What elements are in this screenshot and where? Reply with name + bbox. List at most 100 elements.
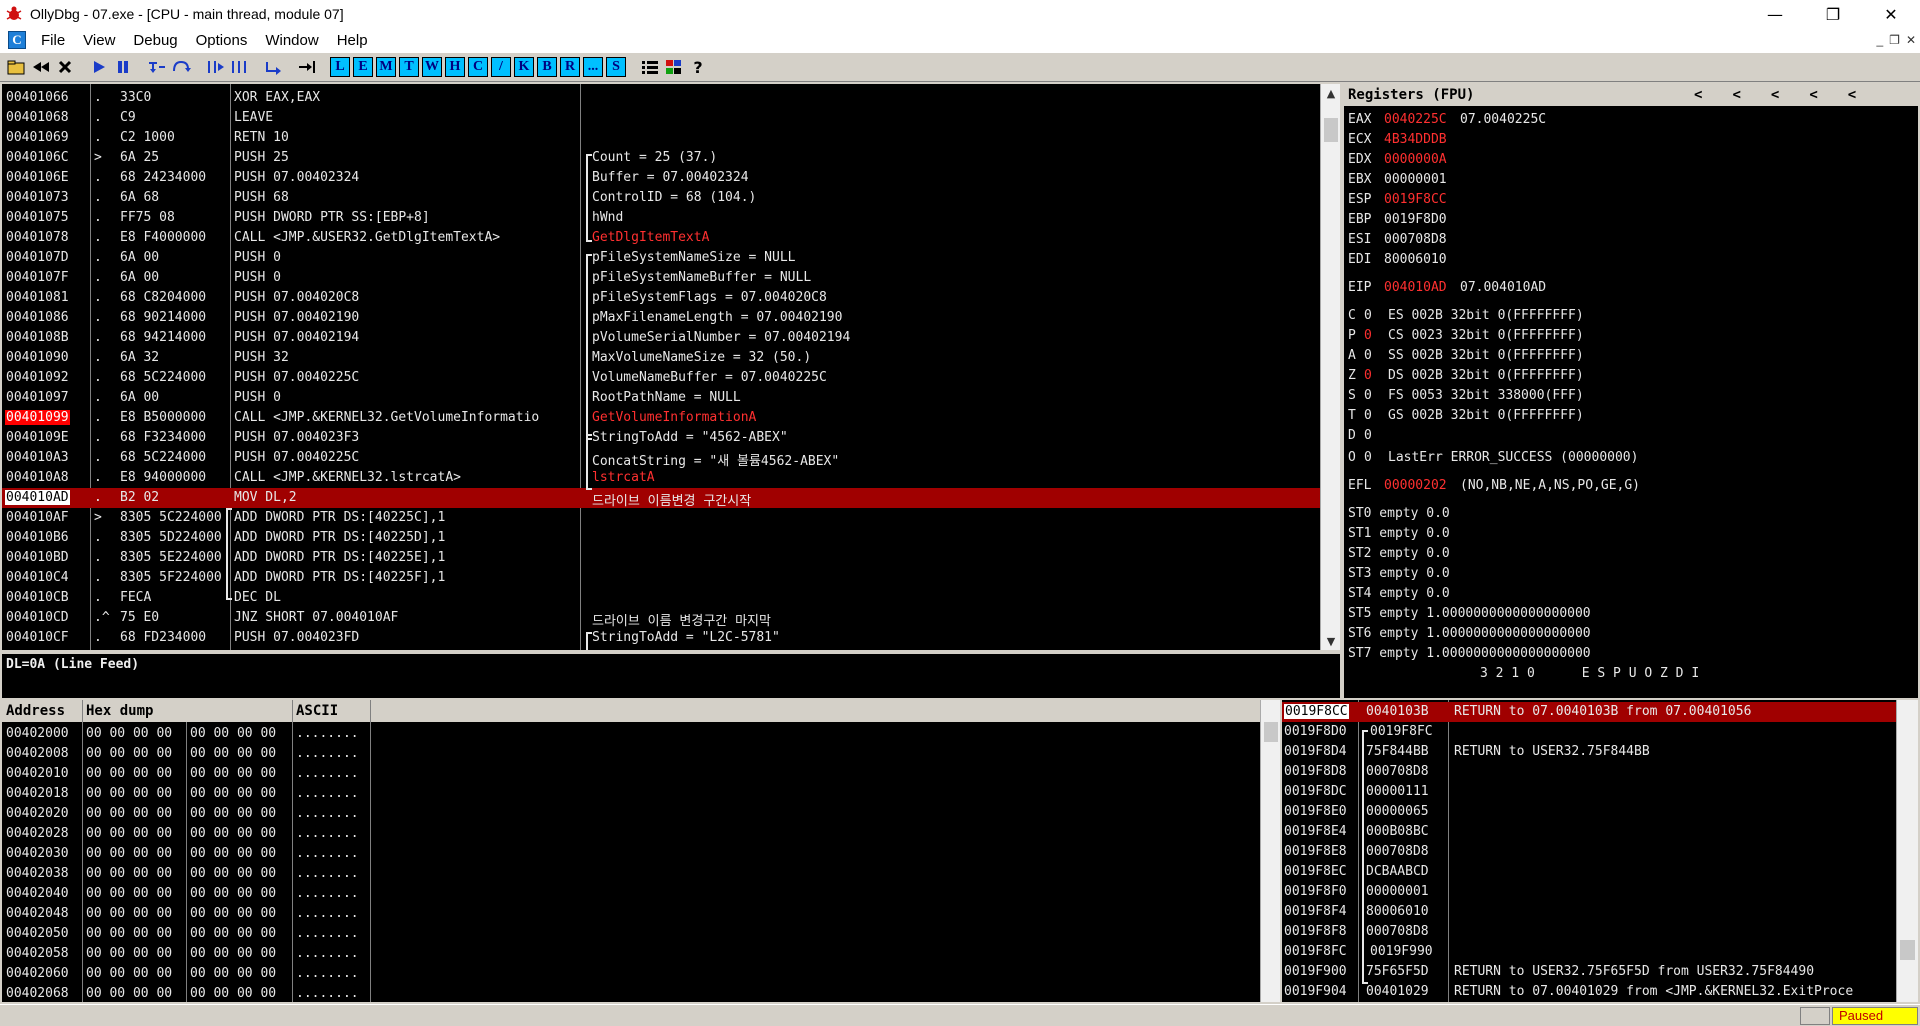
stack-row[interactable]: 0019F8F4 80006010: [1282, 902, 1896, 922]
register-value[interactable]: 0019F8D0: [1384, 212, 1447, 227]
disasm-row[interactable]: 004010A3. 68 5C224000 PUSH 07.0040225C Conc…: [2, 448, 1320, 469]
reg-arrow-5[interactable]: <: [1848, 87, 1856, 103]
memory-map-button[interactable]: M: [376, 57, 396, 77]
disasm-row[interactable]: 0040106E. 68 24234000 PUSH 07.00402324 Buff…: [2, 168, 1320, 188]
menu-view[interactable]: View: [74, 32, 124, 49]
go-to-origin-icon[interactable]: [296, 56, 318, 78]
flag-value[interactable]: 0: [1364, 428, 1372, 443]
disasm-row[interactable]: 00401097. 6A 00 PUSH 0 RootPathName = NULL: [2, 388, 1320, 408]
register-value[interactable]: 000708D8: [1384, 232, 1447, 247]
register-value[interactable]: 0019F8CC: [1384, 192, 1447, 207]
dump-scrollbar[interactable]: [1260, 700, 1280, 1002]
disassembly-pane[interactable]: 00401066. 33C0 XOR EAX,EAX 00401068. C9 LEAVE…: [2, 84, 1326, 650]
disasm-row[interactable]: 004010B6. 8305 5D224000 ADD DWORD PTR DS:[…: [2, 528, 1320, 548]
patches-button[interactable]: /: [491, 57, 511, 77]
minimize-button[interactable]: —: [1746, 0, 1804, 28]
stack-pane[interactable]: 0019F8CC 0040103B RETURN to 07.0040103B fr…: [1282, 700, 1896, 1002]
help-icon[interactable]: ?: [687, 56, 709, 78]
list-icon[interactable]: [639, 56, 661, 78]
disasm-row[interactable]: 00401073. 6A 68 PUSH 68 ControlID = 68 (104…: [2, 188, 1320, 208]
open-file-icon[interactable]: [6, 56, 28, 78]
registers-pane[interactable]: Registers (FPU) < < < < < EAX 0040225C 07.…: [1344, 84, 1918, 698]
references-button[interactable]: R: [560, 57, 580, 77]
run-trace-button[interactable]: ...: [583, 57, 603, 77]
restart-icon[interactable]: [30, 56, 52, 78]
close-program-icon[interactable]: [54, 56, 76, 78]
close-button[interactable]: ✕: [1862, 0, 1920, 28]
disasm-row[interactable]: 004010AD. B2 02 MOV DL,2 드라이브 이름변경 구간시작: [2, 488, 1320, 509]
register-value[interactable]: 0000000A: [1384, 152, 1447, 167]
stack-scrollbar[interactable]: [1896, 700, 1918, 1002]
menu-options[interactable]: Options: [187, 32, 257, 49]
maximize-button[interactable]: ❐: [1804, 0, 1862, 28]
disasm-row[interactable]: 0040108B. 68 94214000 PUSH 07.00402194 pVol…: [2, 328, 1320, 348]
log-window-button[interactable]: L: [330, 57, 350, 77]
disasm-row[interactable]: 00401069. C2 1000 RETN 10: [2, 128, 1320, 148]
reg-arrow-2[interactable]: <: [1732, 87, 1740, 103]
menu-debug[interactable]: Debug: [124, 32, 186, 49]
scrollbar-thumb[interactable]: [1324, 118, 1338, 142]
flag-value[interactable]: 0: [1364, 388, 1372, 403]
register-value[interactable]: 80006010: [1384, 252, 1447, 267]
flag-value[interactable]: 0: [1364, 328, 1372, 343]
stack-row[interactable]: 0019F904 00401029 RETURN to 07.00401029 fr…: [1282, 982, 1896, 1002]
threads-button[interactable]: T: [399, 57, 419, 77]
disasm-row[interactable]: 0040107D. 6A 00 PUSH 0 pFileSystemNameSize …: [2, 248, 1320, 268]
mdi-close-icon[interactable]: ✕: [1906, 33, 1916, 47]
dump-header-hex[interactable]: Hex dump: [86, 703, 153, 719]
scroll-down-icon[interactable]: ▼: [1321, 632, 1341, 650]
reg-arrow-4[interactable]: <: [1809, 87, 1817, 103]
handles-button[interactable]: H: [445, 57, 465, 77]
windows-button[interactable]: W: [422, 57, 442, 77]
cpu-window-icon[interactable]: C: [8, 31, 26, 49]
disasm-row[interactable]: 00401081. 68 C8204000 PUSH 07.004020C8 pFil…: [2, 288, 1320, 308]
disasm-row[interactable]: 00401075. FF75 08 PUSH DWORD PTR SS:[EBP+8…: [2, 208, 1320, 228]
flag-value[interactable]: 0: [1364, 308, 1372, 323]
stack-scrollbar-thumb[interactable]: [1900, 940, 1915, 960]
call-stack-button[interactable]: K: [514, 57, 534, 77]
menu-window[interactable]: Window: [256, 32, 327, 49]
reg-arrow-3[interactable]: <: [1771, 87, 1779, 103]
flag-value[interactable]: 0: [1364, 450, 1372, 465]
disasm-row[interactable]: 0040109E. 68 F3234000 PUSH 07.004023F3 Stri…: [2, 428, 1320, 448]
disasm-row[interactable]: 0040107F. 6A 00 PUSH 0 pFileSystemNameBuffe…: [2, 268, 1320, 288]
stack-row[interactable]: 0019F8CC 0040103B RETURN to 07.0040103B fr…: [1282, 702, 1896, 722]
menu-file[interactable]: File: [32, 32, 74, 49]
disasm-row[interactable]: 004010A8. E8 94000000 CALL <JMP.&KERNEL32.…: [2, 468, 1320, 488]
stack-row[interactable]: 0019F8D0 0019F8FC: [1282, 722, 1896, 742]
flag-value[interactable]: 0: [1364, 348, 1372, 363]
mdi-restore-icon[interactable]: ❐: [1889, 33, 1900, 47]
dump-header-ascii[interactable]: ASCII: [296, 703, 338, 719]
trace-over-icon[interactable]: [228, 56, 250, 78]
stack-row[interactable]: 0019F8D8 000708D8: [1282, 762, 1896, 782]
register-value[interactable]: 0040225C: [1384, 112, 1447, 127]
pause-icon[interactable]: [112, 56, 134, 78]
disasm-row[interactable]: 004010C4. 8305 5F224000 ADD DWORD PTR DS:[…: [2, 568, 1320, 588]
mdi-minimize-icon[interactable]: _: [1876, 33, 1883, 47]
disasm-row[interactable]: 00401068. C9 LEAVE: [2, 108, 1320, 128]
stack-row[interactable]: 0019F900 75F65F5D RETURN to USER32.75F65F5…: [1282, 962, 1896, 982]
disasm-row[interactable]: 00401078. E8 F4000000 CALL <JMP.&USER32.Ge…: [2, 228, 1320, 248]
trace-into-icon[interactable]: [204, 56, 226, 78]
disasm-row[interactable]: 004010CF. 68 FD234000 PUSH 07.004023FD Stri…: [2, 628, 1320, 648]
stack-row[interactable]: 0019F8D4 75F844BB RETURN to USER32.75F844B…: [1282, 742, 1896, 762]
register-value[interactable]: 004010AD: [1384, 280, 1447, 295]
source-button[interactable]: S: [606, 57, 626, 77]
disasm-row[interactable]: 004010BD. 8305 5E224000 ADD DWORD PTR DS:[…: [2, 548, 1320, 568]
register-value[interactable]: 00000001: [1384, 172, 1447, 187]
register-value[interactable]: 00000202: [1384, 478, 1447, 493]
cpu-button[interactable]: C: [468, 57, 488, 77]
stack-row[interactable]: 0019F8F0 00000001: [1282, 882, 1896, 902]
stack-row[interactable]: 0019F8E4 000B08BC: [1282, 822, 1896, 842]
disassembly-scrollbar[interactable]: ▲ ▼: [1320, 84, 1340, 650]
flag-value[interactable]: 0: [1364, 368, 1372, 383]
flag-value[interactable]: 0: [1364, 408, 1372, 423]
dump-scrollbar-thumb[interactable]: [1264, 722, 1278, 742]
disasm-row[interactable]: 00401092. 68 5C224000 PUSH 07.0040225C Volu…: [2, 368, 1320, 388]
stack-row[interactable]: 0019F8FC 0019F990: [1282, 942, 1896, 962]
step-over-icon[interactable]: [170, 56, 192, 78]
disasm-row[interactable]: 0040106C >6A 25 PUSH 25 Count = 25 (37.): [2, 148, 1320, 168]
executable-modules-button[interactable]: E: [353, 57, 373, 77]
memory-dump-pane[interactable]: Address Hex dump ASCII 00402000 00 00 00 …: [2, 700, 1268, 1002]
register-value[interactable]: 4B34DDDB: [1384, 132, 1447, 147]
